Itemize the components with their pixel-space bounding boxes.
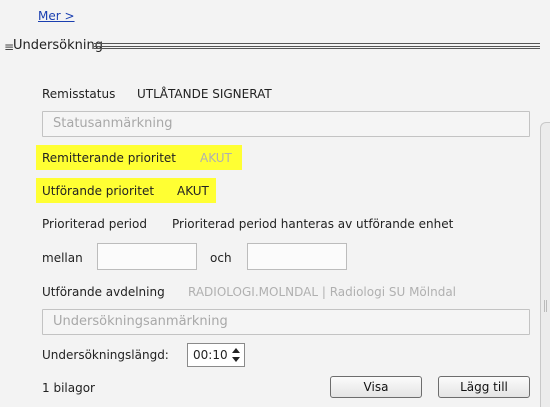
remitterande-value: AKUT <box>200 151 232 165</box>
langd-value: 00:10 <box>193 348 228 362</box>
more-link[interactable]: Mer > <box>38 9 75 23</box>
utforande-label: Utförande prioritet <box>42 184 155 198</box>
lagg-till-button[interactable]: Lägg till <box>438 376 530 398</box>
section-title: Undersökning <box>13 38 103 53</box>
utforande-value: AKUT <box>177 184 209 198</box>
remisstatus-label: Remisstatus <box>42 87 116 101</box>
prioriterad-value: Prioriterad period hanteras av utförande… <box>172 217 454 231</box>
mellan-label: mellan <box>42 251 83 265</box>
section-divider <box>94 43 540 49</box>
visa-button[interactable]: Visa <box>330 376 422 398</box>
langd-label: Undersökningslängd: <box>42 348 169 362</box>
och-label: och <box>210 251 232 265</box>
statusanmarkning-field[interactable]: Statusanmärkning <box>42 111 530 137</box>
scrollbar[interactable] <box>540 122 550 407</box>
avdelning-value: RADIOLOGI.MOLNDAL | Radiologi SU Mölndal <box>188 285 457 299</box>
remitterande-label: Remitterande prioritet <box>42 151 176 165</box>
scrollbar-grip[interactable] <box>544 300 547 312</box>
chevron-up-icon[interactable] <box>232 348 240 353</box>
avdelning-label: Utförande avdelning <box>42 285 165 299</box>
period-to-input[interactable] <box>247 243 347 270</box>
prioriterad-label: Prioriterad period <box>42 217 147 231</box>
chevron-down-icon[interactable] <box>232 357 240 362</box>
langd-spinner[interactable]: 00:10 <box>187 343 245 367</box>
section-header: ≡ Undersökning <box>0 38 542 54</box>
undersokningsanmarkning-field[interactable]: Undersökningsanmärkning <box>42 309 530 335</box>
remisstatus-value: UTLÅTANDE SIGNERAT <box>137 87 272 101</box>
period-from-input[interactable] <box>97 243 197 270</box>
bilagor-count: 1 bilagor <box>42 381 95 395</box>
